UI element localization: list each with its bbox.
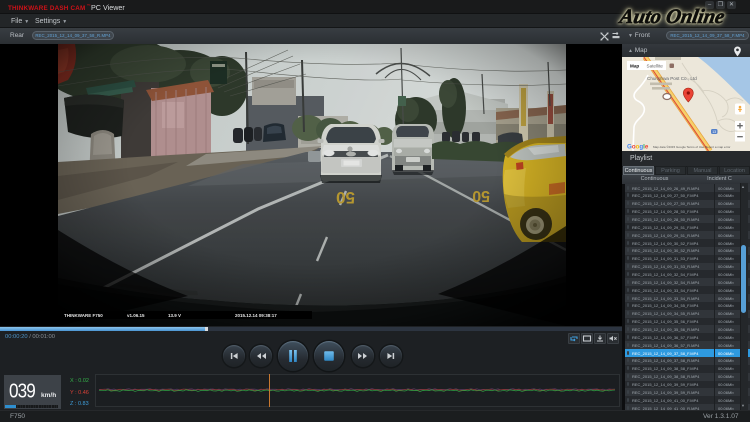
svg-text:Google: Google — [627, 144, 649, 151]
svg-text:Map data ©2015 Google Terms: Map data ©2015 Google Terms of Use Repor… — [653, 145, 730, 149]
svg-text:v1.06.15: v1.06.15 — [127, 313, 145, 318]
svg-text:THINKWARE F750: THINKWARE F750 — [64, 313, 103, 318]
svg-text:13: 13 — [712, 130, 716, 134]
svg-text:2015.12.14 09:38:17: 2015.12.14 09:38:17 — [235, 313, 277, 318]
svg-text:Map: Map — [630, 63, 639, 68]
svg-text:Satellite: Satellite — [647, 63, 664, 68]
svg-text:13.9 V: 13.9 V — [168, 313, 181, 318]
svg-text:Chunghwa Post Co., Ltd: Chunghwa Post Co., Ltd — [647, 76, 697, 81]
